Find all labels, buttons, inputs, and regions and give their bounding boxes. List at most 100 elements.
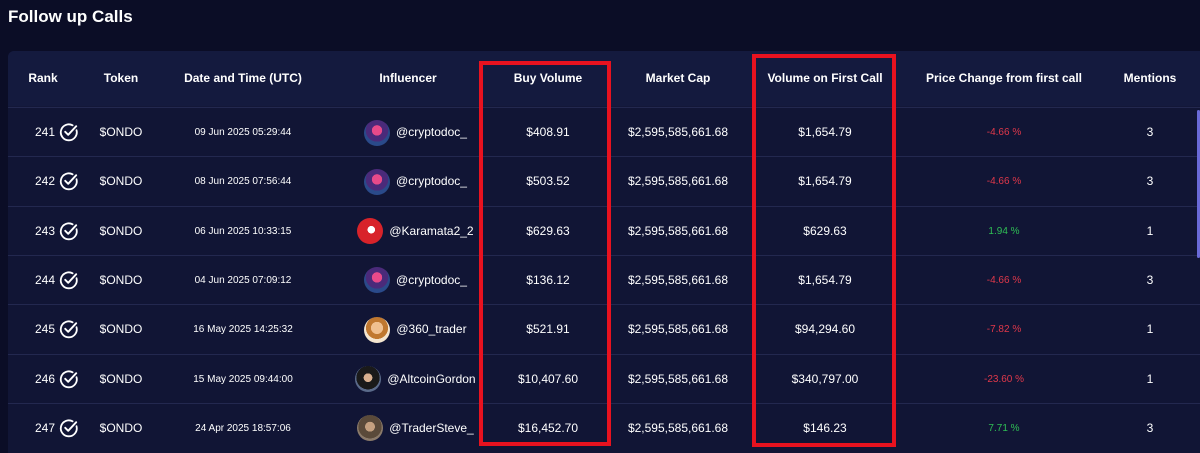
- col-header-price-change[interactable]: Price Change from first call: [914, 51, 1094, 106]
- influencer-cell[interactable]: @cryptodoc_: [348, 108, 483, 157]
- call-datetime: 24 Apr 2025 18:57:06: [195, 422, 291, 434]
- col-header-mentions[interactable]: Mentions: [1110, 51, 1190, 106]
- col-header-market-cap[interactable]: Market Cap: [618, 51, 738, 106]
- verified-check-icon: [59, 123, 78, 142]
- call-datetime: 16 May 2025 14:25:32: [193, 324, 293, 336]
- volume-first-call-value: $1,654.79: [798, 125, 852, 139]
- col-header-buy-volume[interactable]: Buy Volume: [498, 51, 598, 106]
- influencer-cell[interactable]: @cryptodoc_: [348, 256, 483, 305]
- buy-volume-value: $10,407.60: [517, 371, 579, 386]
- mentions-count: 3: [1146, 420, 1154, 435]
- verified-check-icon: [59, 320, 78, 339]
- rank-value: 246: [34, 371, 55, 386]
- follow-up-calls-table: Rank Token Date and Time (UTC) Influence…: [8, 51, 1200, 453]
- volume-first-call-value: $629.63: [803, 223, 847, 238]
- influencer-handle[interactable]: @TraderSteve_: [389, 404, 473, 453]
- table-row[interactable]: 244 $ONDO 04 Jun 2025 07:09:12 @cryptodoc_ $…: [8, 254, 1200, 305]
- volume-first-call-value: $1,654.79: [798, 174, 852, 189]
- rank-value: 245: [34, 322, 55, 337]
- call-datetime: 04 Jun 2025 07:09:12: [194, 274, 292, 286]
- market-cap-value: $2,595,585,661.68: [627, 272, 729, 287]
- call-datetime: 08 Jun 2025 07:56:44: [194, 176, 292, 188]
- influencer-handle[interactable]: @AltcoinGordon: [387, 355, 475, 404]
- rank-value: 243: [34, 223, 55, 238]
- influencer-avatar[interactable]: [364, 267, 391, 294]
- influencer-avatar[interactable]: [357, 218, 384, 245]
- influencer-cell[interactable]: @TraderSteve_: [348, 404, 483, 453]
- mentions-count: 1: [1146, 371, 1154, 386]
- token-symbol[interactable]: $ONDO: [90, 256, 152, 305]
- price-change-value: -4.66 %: [986, 127, 1022, 138]
- price-change-value: -7.82 %: [986, 324, 1022, 336]
- price-change-value: -23.60 %: [983, 373, 1025, 385]
- buy-volume-value: $136.12: [526, 272, 570, 287]
- table-row[interactable]: 243 $ONDO 06 Jun 2025 10:33:15 @Karamata2_2…: [8, 205, 1200, 256]
- token-symbol[interactable]: $ONDO: [90, 108, 152, 157]
- verified-check-icon: [59, 419, 78, 437]
- influencer-cell[interactable]: @cryptodoc_: [348, 157, 483, 206]
- table-row[interactable]: 241 $ONDO 09 Jun 2025 05:29:44 @cryptodoc_ $…: [8, 107, 1200, 157]
- rank-value: 241: [34, 125, 55, 139]
- volume-first-call-value: $94,294.60: [794, 322, 856, 337]
- influencer-avatar[interactable]: [364, 119, 391, 146]
- page-title: Follow up Calls: [8, 7, 133, 26]
- influencer-cell[interactable]: @360_trader: [348, 305, 483, 354]
- price-change-value: -4.66 %: [986, 274, 1022, 286]
- token-symbol[interactable]: $ONDO: [90, 207, 152, 256]
- buy-volume-value: $521.91: [526, 322, 570, 337]
- mentions-count: 3: [1146, 272, 1154, 287]
- price-change-value: -4.66 %: [986, 176, 1022, 188]
- market-cap-value: $2,595,585,661.68: [627, 174, 729, 189]
- market-cap-value: $2,595,585,661.68: [627, 322, 729, 337]
- price-change-value: 1.94 %: [988, 225, 1020, 237]
- table-row[interactable]: 245 $ONDO 16 May 2025 14:25:32 @360_trader $…: [8, 304, 1200, 355]
- col-header-volume-first-call[interactable]: Volume on First Call: [760, 51, 890, 106]
- call-datetime: 09 Jun 2025 05:29:44: [194, 127, 292, 138]
- buy-volume-value: $16,452.70: [517, 420, 579, 435]
- token-symbol[interactable]: $ONDO: [90, 404, 152, 453]
- mentions-count: 1: [1146, 223, 1154, 238]
- mentions-count: 1: [1146, 322, 1154, 337]
- col-header-token[interactable]: Token: [90, 51, 152, 106]
- buy-volume-value: $503.52: [526, 174, 570, 189]
- market-cap-value: $2,595,585,661.68: [627, 371, 729, 386]
- table-row[interactable]: 246 $ONDO 15 May 2025 09:44:00 @AltcoinGord…: [8, 353, 1200, 404]
- market-cap-value: $2,595,585,661.68: [627, 420, 729, 435]
- rank-value: 247: [34, 420, 55, 435]
- price-change-value: 7.71 %: [988, 422, 1020, 434]
- market-cap-value: $2,595,585,661.68: [627, 223, 729, 238]
- buy-volume-value: $629.63: [526, 223, 570, 238]
- col-header-rank[interactable]: Rank: [18, 51, 68, 106]
- influencer-handle[interactable]: @cryptodoc_: [396, 108, 467, 157]
- influencer-avatar[interactable]: [364, 168, 391, 195]
- market-cap-value: $2,595,585,661.68: [627, 125, 729, 139]
- token-symbol[interactable]: $ONDO: [90, 305, 152, 354]
- verified-check-icon: [59, 222, 78, 240]
- col-header-datetime[interactable]: Date and Time (UTC): [173, 51, 313, 106]
- influencer-avatar[interactable]: [357, 415, 384, 442]
- influencer-handle[interactable]: @Karamata2_2: [389, 207, 473, 256]
- table-header: Rank Token Date and Time (UTC) Influence…: [8, 51, 1200, 106]
- mentions-count: 3: [1146, 174, 1154, 189]
- influencer-cell[interactable]: @AltcoinGordon: [348, 355, 483, 404]
- volume-first-call-value: $340,797.00: [791, 371, 859, 386]
- buy-volume-value: $408.91: [526, 125, 570, 139]
- influencer-handle[interactable]: @cryptodoc_: [396, 256, 467, 305]
- volume-first-call-value: $146.23: [803, 420, 847, 435]
- verified-check-icon: [59, 172, 78, 191]
- verified-check-icon: [59, 369, 78, 388]
- token-symbol[interactable]: $ONDO: [90, 355, 152, 404]
- token-symbol[interactable]: $ONDO: [90, 157, 152, 206]
- call-datetime: 06 Jun 2025 10:33:15: [194, 225, 292, 237]
- table-row[interactable]: 247 $ONDO 24 Apr 2025 18:57:06 @TraderSteve…: [8, 402, 1200, 453]
- influencer-avatar[interactable]: [364, 316, 391, 343]
- col-header-influencer[interactable]: Influencer: [348, 51, 468, 106]
- table-row[interactable]: 242 $ONDO 08 Jun 2025 07:56:44 @cryptodoc_ $…: [8, 156, 1200, 207]
- influencer-handle[interactable]: @cryptodoc_: [396, 157, 467, 206]
- influencer-handle[interactable]: @360_trader: [396, 305, 466, 354]
- influencer-cell[interactable]: @Karamata2_2: [348, 207, 483, 256]
- influencer-avatar[interactable]: [355, 366, 382, 392]
- volume-first-call-value: $1,654.79: [798, 272, 852, 287]
- rank-value: 244: [34, 272, 55, 287]
- rank-value: 242: [34, 174, 55, 189]
